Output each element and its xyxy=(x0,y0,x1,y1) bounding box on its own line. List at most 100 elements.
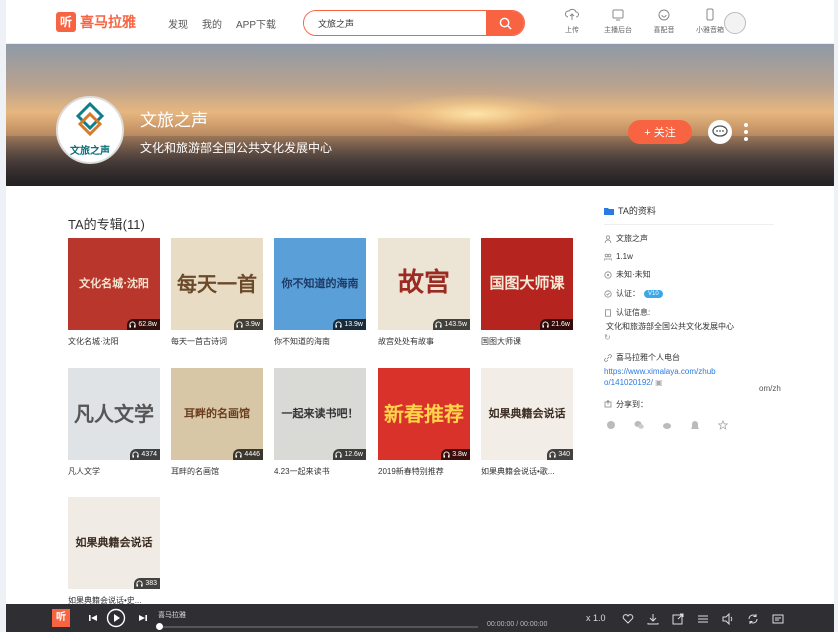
album-cover[interactable]: 每天一首 3.9w xyxy=(171,238,263,330)
album-card[interactable]: 国图大师课 21.6w 国图大师课 xyxy=(481,238,573,347)
album-card[interactable]: 你不知道的海南 13.9w 你不知道的海南 xyxy=(274,238,366,347)
main-nav: 发现 我的 APP下载 xyxy=(168,16,276,31)
profile-avatar[interactable]: 文旅之声 xyxy=(56,96,124,164)
album-cover-art: 文化名城·沈阳 xyxy=(68,238,160,330)
play-queue-icon[interactable] xyxy=(772,612,784,624)
album-cover[interactable]: 故宫 143.5w xyxy=(378,238,470,330)
favorite-star-icon[interactable] xyxy=(717,419,729,430)
album-title[interactable]: 故宫处处有故事 xyxy=(378,336,470,347)
album-cover-art: 每天一首 xyxy=(171,238,263,330)
album-title[interactable]: 耳畔的名画馆 xyxy=(171,466,263,477)
nav-discover[interactable]: 发现 xyxy=(168,16,188,31)
progress-track[interactable] xyxy=(158,626,478,628)
search-input[interactable] xyxy=(304,11,486,35)
weibo-icon[interactable] xyxy=(662,420,672,430)
tool-upload[interactable]: 上传 xyxy=(556,8,588,35)
expand-icon[interactable]: ↻ xyxy=(604,333,774,342)
profile-info-title: TA的资料 xyxy=(618,206,656,216)
nav-mine[interactable]: 我的 xyxy=(202,16,222,31)
play-count-badge: 4374 xyxy=(130,449,160,460)
like-heart-icon[interactable] xyxy=(622,612,634,624)
loop-icon[interactable] xyxy=(747,612,759,624)
album-cover[interactable]: 一起来读书吧！ 12.6w xyxy=(274,368,366,460)
more-options-button[interactable] xyxy=(743,122,749,142)
album-card[interactable]: 耳畔的名画馆 4446 耳畔的名画馆 xyxy=(171,368,263,477)
qq-icon[interactable] xyxy=(606,420,616,430)
album-card[interactable]: 故宫 143.5w 故宫处处有故事 xyxy=(378,238,470,347)
album-cover[interactable]: 如果典籍会说话 340 xyxy=(481,368,573,460)
progress-knob[interactable] xyxy=(156,623,163,630)
album-card[interactable]: 新春推荐 3.8w 2019新春特别推荐 xyxy=(378,368,470,477)
info-verify-row: 认证： V10 xyxy=(604,288,774,299)
play-count-badge: 143.5w xyxy=(433,319,470,330)
album-card[interactable]: 如果典籍会说话 383 如果典籍会说话•史... xyxy=(68,497,160,606)
radio-url-link[interactable]: https://www.ximalaya.com/zhub o/14102019… xyxy=(604,366,774,388)
search-icon xyxy=(499,17,512,30)
album-card[interactable]: 凡人文学 4374 凡人文学 xyxy=(68,368,160,477)
wechat-icon[interactable] xyxy=(634,420,644,430)
play-count: 383 xyxy=(145,580,157,587)
headphones-icon xyxy=(132,451,139,458)
album-card[interactable]: 文化名城·沈阳 62.8w 文化名城·沈阳 xyxy=(68,238,160,347)
nav-app-download[interactable]: APP下载 xyxy=(236,16,276,31)
info-name: 文旅之声 xyxy=(616,234,648,243)
player-logo[interactable]: 听 xyxy=(52,609,70,627)
album-title[interactable]: 文化名城·沈阳 xyxy=(68,336,160,347)
profile-description: 文化和旅游部全国公共文化发展中心 xyxy=(140,141,333,155)
album-cover[interactable]: 新春推荐 3.8w xyxy=(378,368,470,460)
album-cover[interactable]: 文化名城·沈阳 62.8w xyxy=(68,238,160,330)
play-button[interactable] xyxy=(106,608,126,628)
logo-text: 喜马拉雅 xyxy=(80,14,136,30)
message-button[interactable] xyxy=(708,120,732,144)
tool-speaker[interactable]: 小雅音箱 xyxy=(694,8,726,35)
play-count: 21.6w xyxy=(551,321,570,328)
album-card[interactable]: 每天一首 3.9w 每天一首古诗词 xyxy=(171,238,263,347)
album-title[interactable]: 如果典籍会说话•歌... xyxy=(481,466,573,477)
tool-anchor-backend[interactable]: 主播后台 xyxy=(602,8,634,35)
album-title[interactable]: 你不知道的海南 xyxy=(274,336,366,347)
logo-icon: 听 xyxy=(56,12,76,32)
album-cover[interactable]: 你不知道的海南 13.9w xyxy=(274,238,366,330)
album-title[interactable]: 国图大师课 xyxy=(481,336,573,347)
site-logo[interactable]: 听 喜马拉雅 xyxy=(56,12,136,32)
volume-icon[interactable] xyxy=(722,612,734,626)
album-title[interactable]: 2019新春特别推荐 xyxy=(378,466,470,477)
info-verify-info-label: 认证信息: xyxy=(616,308,651,317)
info-location-row: 未知·未知 xyxy=(604,269,774,280)
album-title[interactable]: 凡人文学 xyxy=(68,466,160,477)
album-cover[interactable]: 国图大师课 21.6w xyxy=(481,238,573,330)
radio-url-line1: https://www.ximalaya.com/zhub xyxy=(604,367,716,377)
playlist-icon[interactable] xyxy=(697,612,709,624)
qzone-icon[interactable] xyxy=(690,420,700,430)
album-card[interactable]: 如果典籍会说话 340 如果典籍会说话•歌... xyxy=(481,368,573,477)
info-verify-info-row: 认证信息: xyxy=(604,307,774,318)
follow-button[interactable]: + 关注 xyxy=(628,120,692,144)
headphones-icon xyxy=(335,451,342,458)
download-icon[interactable] xyxy=(647,612,659,625)
search-button[interactable] xyxy=(486,11,524,35)
top-nav-bar: 听 喜马拉雅 发现 我的 APP下载 上传 主播后台 xyxy=(6,0,834,44)
albums-heading: TA的专辑(11) xyxy=(68,217,145,232)
overflow-text-fragment: om/zh xyxy=(759,384,781,393)
album-title[interactable]: 每天一首古诗词 xyxy=(171,336,263,347)
tool-dubbing[interactable]: 喜配音 xyxy=(648,8,680,35)
album-title[interactable]: 4.23一起来读书 xyxy=(274,466,366,477)
play-count-badge: 12.6w xyxy=(333,449,366,460)
external-share-icon[interactable] xyxy=(672,612,684,625)
album-card[interactable]: 一起来读书吧！ 12.6w 4.23一起来读书 xyxy=(274,368,366,477)
banner-horizon xyxy=(6,136,834,186)
user-avatar[interactable] xyxy=(724,12,746,34)
album-cover-art: 如果典籍会说话 xyxy=(481,368,573,460)
audio-player-bar: 听 喜马拉雅 00:00:00 / 00:00:00 x 1.0 xyxy=(6,604,834,632)
album-cover[interactable]: 耳畔的名画馆 4446 xyxy=(171,368,263,460)
chat-bubble-icon xyxy=(712,125,728,137)
album-cover[interactable]: 凡人文学 4374 xyxy=(68,368,160,460)
next-track-icon[interactable] xyxy=(138,613,148,623)
play-count: 143.5w xyxy=(444,321,467,328)
share-icon xyxy=(604,400,612,408)
previous-track-icon[interactable] xyxy=(88,613,98,623)
copy-icon[interactable]: ▣ xyxy=(655,378,663,387)
playback-speed[interactable]: x 1.0 xyxy=(586,613,606,623)
album-cover[interactable]: 如果典籍会说话 383 xyxy=(68,497,160,589)
tool-anchor-label: 主播后台 xyxy=(604,27,632,34)
